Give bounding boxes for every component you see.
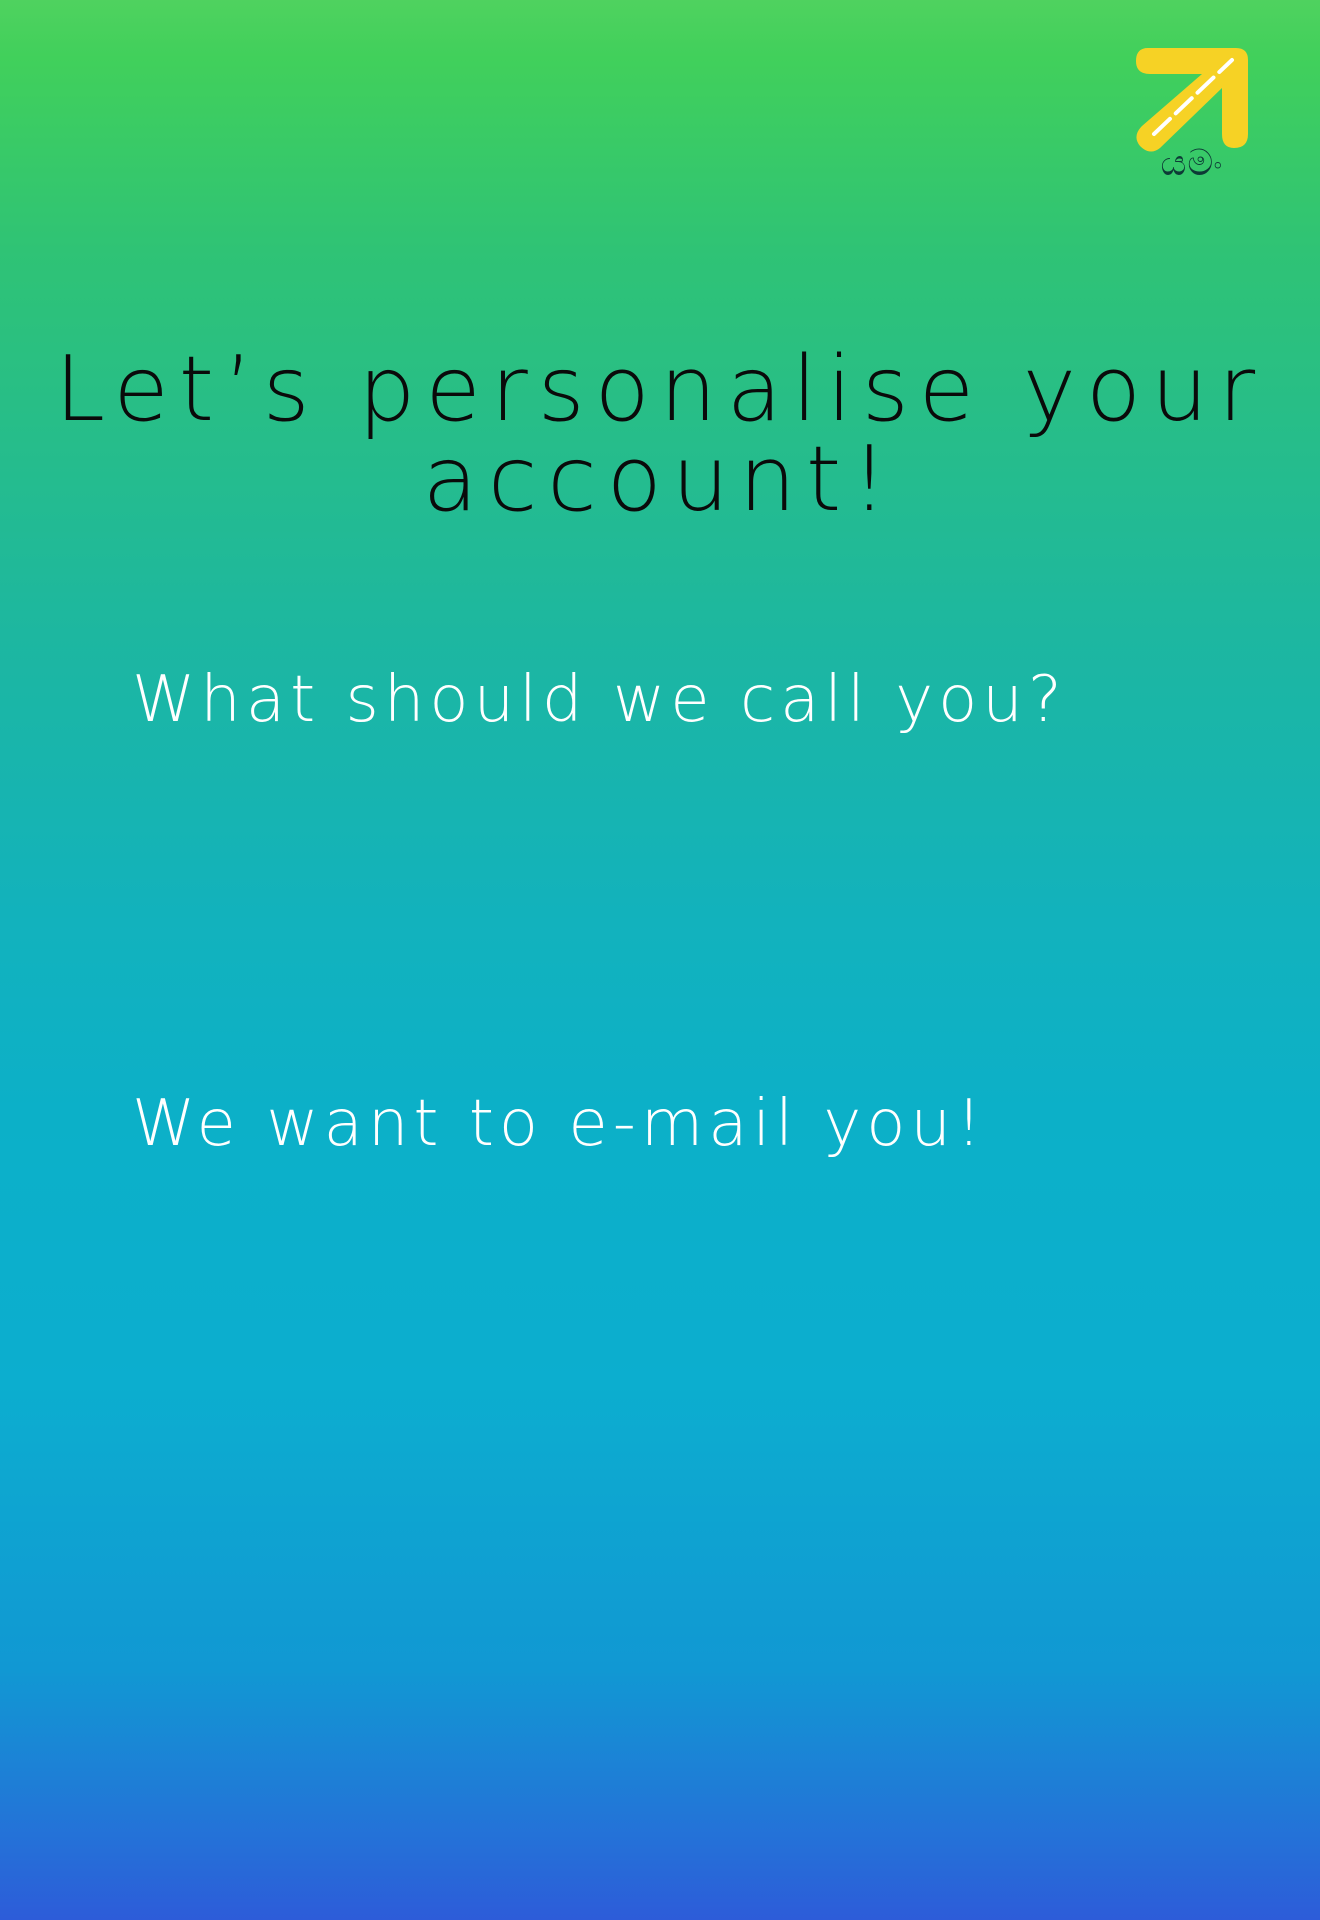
page-title: Let’s personalise your account! (54, 337, 1266, 532)
app-logo: යමං (1136, 48, 1248, 188)
logo-wordmark: යමං (1160, 143, 1224, 184)
name-input[interactable] (132, 770, 1186, 862)
email-field-label: We want to e-mail you! (132, 1087, 987, 1161)
name-field-label: What should we call you? (132, 663, 1067, 737)
email-input[interactable] (132, 1194, 1186, 1286)
arrow-up-right-icon (1136, 48, 1248, 152)
